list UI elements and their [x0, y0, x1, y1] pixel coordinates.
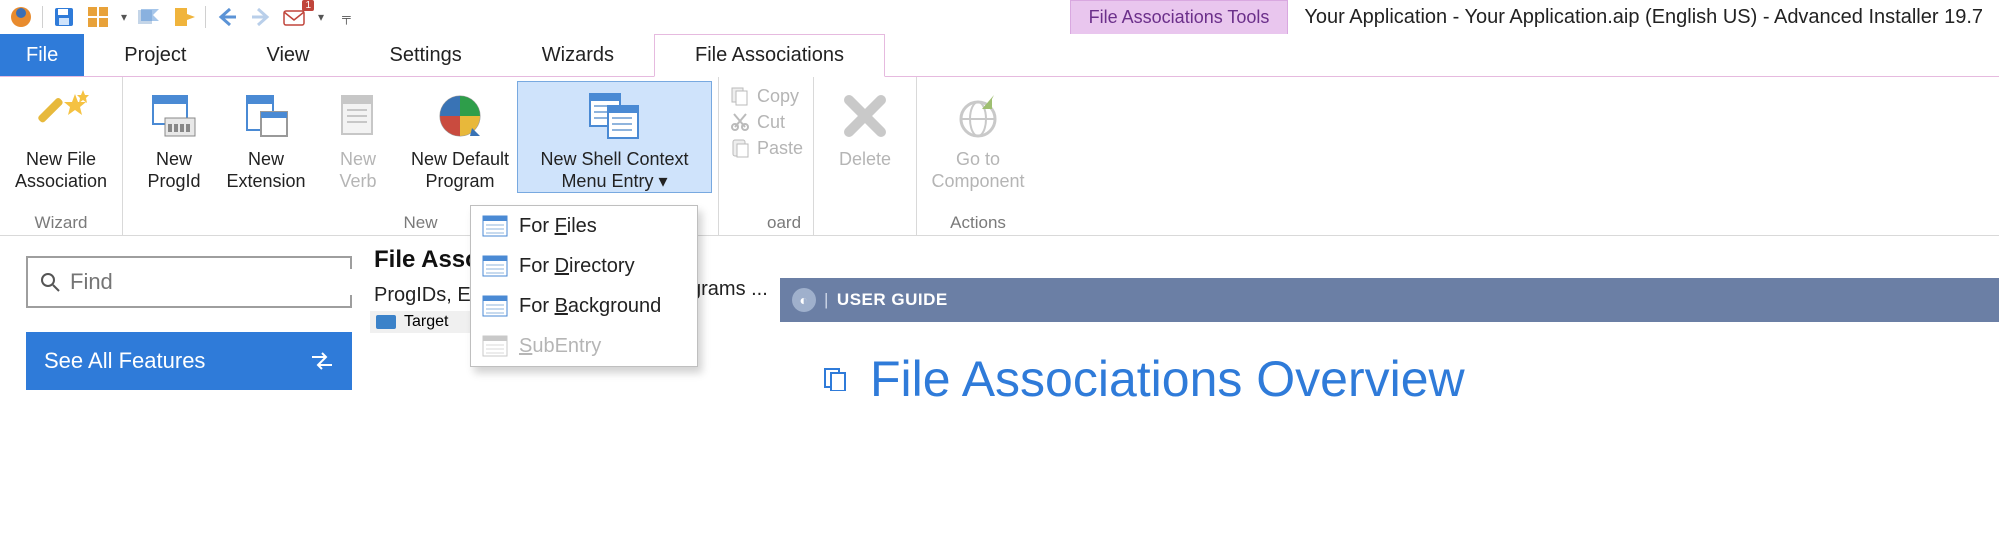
context-menu-icon [588, 86, 642, 146]
btn-label: New Default [411, 149, 509, 169]
find-input[interactable] [70, 269, 358, 295]
extension-icon [243, 86, 289, 146]
popup-for-files[interactable]: For Files [471, 206, 697, 246]
paste-icon [729, 137, 751, 159]
btn-label: Extension [226, 171, 305, 191]
delete-icon [843, 86, 887, 146]
btn-label: Component [932, 171, 1025, 191]
window-title: Your Application - Your Application.aip … [1288, 0, 1999, 34]
group-spacer [820, 211, 910, 233]
build-dropdown[interactable]: ▾ [117, 10, 131, 24]
see-all-features-button[interactable]: See All Features [26, 332, 352, 390]
separator [205, 6, 206, 28]
copy-button[interactable]: Copy [729, 85, 803, 107]
separator: | [824, 290, 829, 310]
menu-settings[interactable]: Settings [349, 34, 501, 76]
panel-subtitle-left: ProgIDs, Ex [374, 284, 481, 307]
menu-file[interactable]: File [0, 34, 84, 76]
progid-icon [151, 86, 197, 146]
guide-label: USER GUIDE [837, 290, 948, 310]
btn-label: Copy [757, 86, 799, 107]
paste-button[interactable]: Paste [729, 137, 803, 159]
new-progid-button[interactable]: NewProgId [129, 81, 219, 193]
options-icon[interactable] [169, 2, 199, 32]
copy-icon [729, 85, 751, 107]
menu-list-icon [481, 214, 509, 238]
wand-star-icon [33, 86, 89, 146]
menu-project[interactable]: Project [84, 34, 226, 76]
menu-list-icon [481, 294, 509, 318]
new-file-association-button[interactable]: New FileAssociation [6, 81, 116, 193]
save-icon[interactable] [49, 2, 79, 32]
ribbon: New FileAssociation Wizard NewProgId New… [0, 77, 1999, 236]
contextual-tab-title: File Associations Tools [1070, 0, 1289, 34]
popup-for-directory[interactable]: For Directory [471, 246, 697, 286]
separator [42, 6, 43, 28]
copy-link-icon[interactable] [822, 366, 848, 392]
btn-label: See All Features [44, 348, 205, 374]
cut-icon [729, 111, 751, 133]
build-icon[interactable] [83, 2, 113, 32]
btn-label: New Shell Context [540, 149, 688, 169]
back-icon[interactable] [212, 2, 242, 32]
btn-label: Go to [956, 149, 1000, 169]
mail-icon[interactable]: 1 [280, 2, 310, 32]
app-icon[interactable] [6, 2, 36, 32]
popup-for-background[interactable]: For Background [471, 286, 697, 326]
forward-icon[interactable] [246, 2, 276, 32]
btn-label: Paste [757, 138, 803, 159]
verb-icon [338, 86, 378, 146]
tree-item-target[interactable]: Target [370, 311, 470, 333]
menu-wizards[interactable]: Wizards [502, 34, 654, 76]
btn-label: New [248, 149, 284, 169]
popup-subentry[interactable]: SubEntry [471, 326, 697, 366]
user-guide-bar[interactable]: ◐ | USER GUIDE [780, 278, 1999, 322]
go-to-component-button[interactable]: Go toComponent [923, 81, 1033, 193]
btn-label: Program [425, 171, 494, 191]
group-label-actions: Actions [923, 211, 1033, 233]
group-label-wizard: Wizard [6, 211, 116, 233]
btn-label: Verb [339, 171, 376, 191]
btn-label: Association [15, 171, 107, 191]
guide-icon: ◐ [792, 288, 816, 312]
menu-bar: File Project View Settings Wizards File … [0, 34, 1999, 77]
new-extension-button[interactable]: NewExtension [221, 81, 311, 193]
btn-label: New File [26, 149, 96, 169]
menu-list-icon [481, 334, 509, 358]
run-icon[interactable] [135, 2, 165, 32]
qat-customize[interactable]: ╤ [338, 10, 355, 24]
new-shell-context-menu-button[interactable]: New Shell ContextMenu Entry ▾ [517, 81, 712, 193]
tree-item-label: Target [404, 313, 448, 331]
find-input-wrapper[interactable] [26, 256, 352, 308]
transfer-icon [310, 350, 334, 372]
new-default-program-button[interactable]: New DefaultProgram [405, 81, 515, 193]
chevron-down-icon: ▾ [659, 171, 668, 191]
monitor-icon [376, 315, 396, 329]
menu-list-icon [481, 254, 509, 278]
mail-dropdown[interactable]: ▾ [314, 10, 328, 24]
btn-label: Menu Entry [561, 171, 653, 191]
btn-label: Delete [839, 148, 891, 170]
menu-file-associations[interactable]: File Associations [654, 34, 885, 77]
search-icon [40, 272, 60, 292]
cut-button[interactable]: Cut [729, 111, 803, 133]
mail-badge: 1 [302, 0, 314, 11]
menu-view[interactable]: View [226, 34, 349, 76]
btn-label: New [340, 149, 376, 169]
shell-context-dropdown: For Files For Directory For Background S… [470, 205, 698, 367]
group-label-clipboard-fragment: oard [725, 211, 807, 233]
panel-subtitle-right: grams ... [690, 278, 768, 301]
default-program-icon [436, 86, 484, 146]
globe-arrow-icon [954, 86, 1002, 146]
delete-button[interactable]: Delete [820, 81, 910, 171]
btn-label: Cut [757, 112, 785, 133]
btn-label: ProgId [147, 171, 200, 191]
btn-label: New [156, 149, 192, 169]
new-verb-button[interactable]: NewVerb [313, 81, 403, 193]
page-title: File Associations Overview [870, 350, 1465, 408]
